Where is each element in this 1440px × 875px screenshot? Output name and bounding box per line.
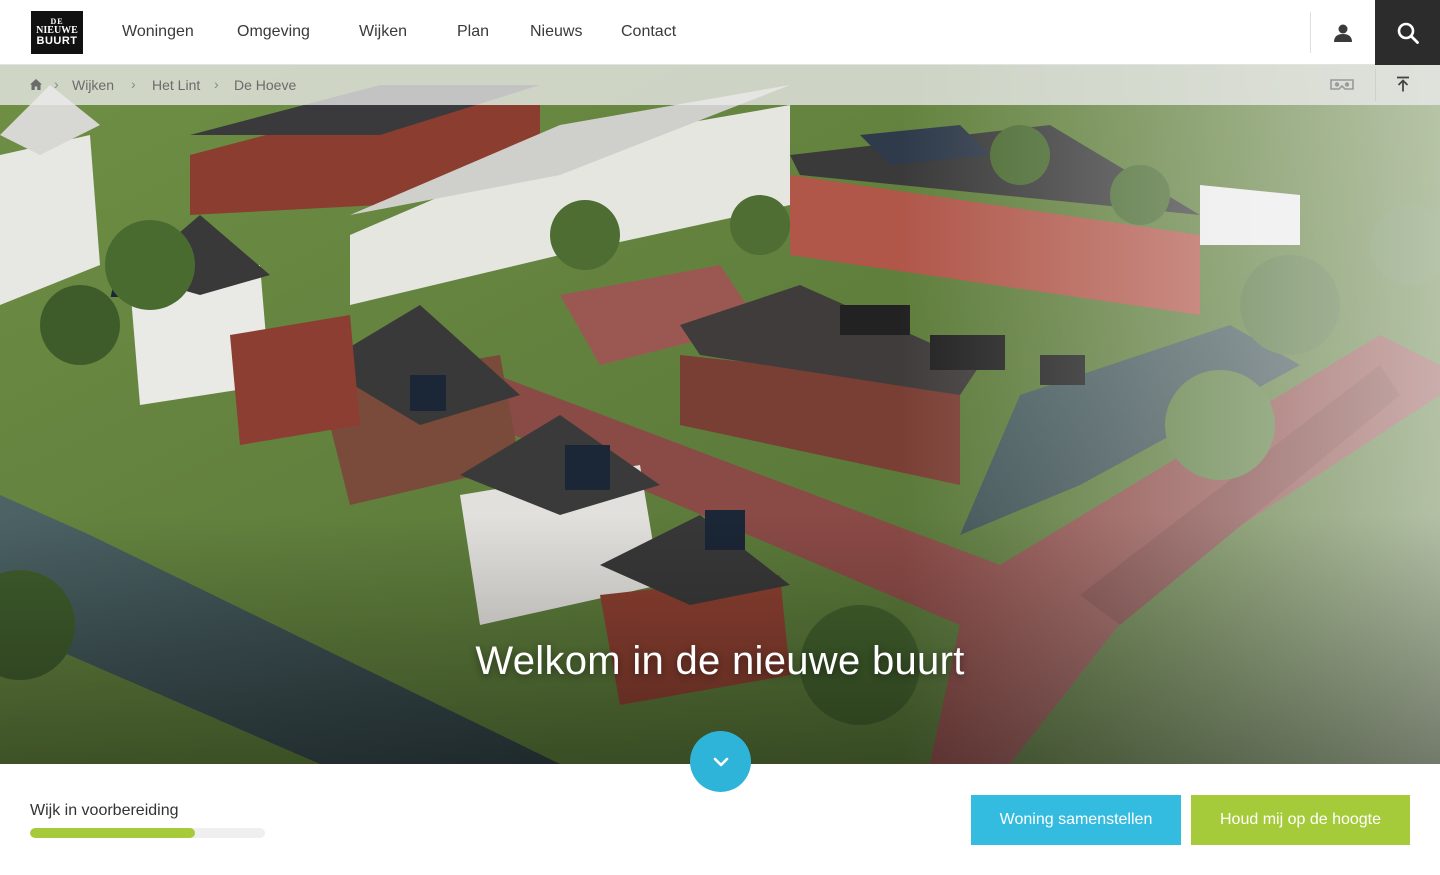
vr-glasses-icon[interactable] [1330,78,1354,92]
nav-item-omgeving[interactable]: Omgeving [237,23,310,41]
breadcrumb-separator: › [54,76,59,92]
breadcrumb-item-wijken[interactable]: Wijken [72,77,114,93]
scroll-down-button[interactable] [690,731,751,792]
nav-item-contact[interactable]: Contact [621,23,676,41]
chevron-down-icon [713,757,728,766]
compose-home-button[interactable]: Woning samenstellen [971,795,1181,845]
nav-item-wijken[interactable]: Wijken [359,23,407,41]
nav-item-nieuws[interactable]: Nieuws [530,23,582,41]
search-button[interactable] [1375,0,1440,65]
home-icon[interactable] [30,79,42,90]
breadcrumb-divider [1375,69,1376,101]
project-status-label: Wijk in voorbereiding [30,802,179,819]
breadcrumb-separator: › [214,76,219,92]
user-icon [1333,24,1352,42]
project-progress-fill [30,828,195,838]
hero-title: Welkom in de nieuwe buurt [475,639,965,683]
breadcrumb-item-het-lint[interactable]: Het Lint [152,77,200,93]
hero-section: › Wijken › Het Lint › De Hoeve Welkom in… [0,65,1440,764]
nav-item-woningen[interactable]: Woningen [122,23,194,41]
account-button[interactable] [1311,0,1374,65]
project-progress-bar [30,828,265,838]
breadcrumb-separator: › [131,76,136,92]
scroll-to-top-icon[interactable] [1396,76,1410,92]
breadcrumb: › Wijken › Het Lint › De Hoeve [0,65,1440,105]
nav-item-plan[interactable]: Plan [457,23,489,41]
logo-line-buurt: BUURT [36,35,78,47]
keep-me-updated-button[interactable]: Houd mij op de hoogte [1191,795,1410,845]
site-header: DE NIEUWE BUURT Woningen Omgeving Wijken… [0,0,1440,65]
site-logo[interactable]: DE NIEUWE BUURT [31,11,83,54]
search-icon [1397,22,1419,44]
breadcrumb-item-de-hoeve: De Hoeve [234,77,297,93]
